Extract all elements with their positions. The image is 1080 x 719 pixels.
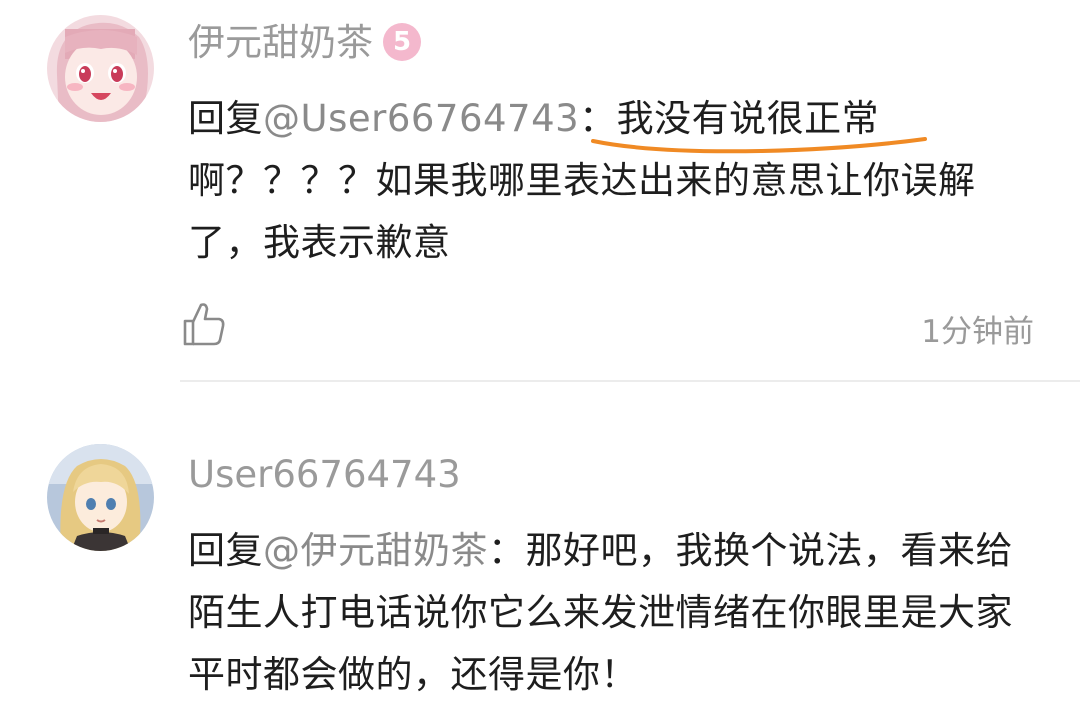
- comment-author-name[interactable]: User66764743: [188, 456, 461, 493]
- comment-2: User66764743 回复@伊元甜奶茶：那好吧，我换个说法，看来给陌生人打电…: [0, 0, 1080, 719]
- reply-prefix: 回复: [188, 529, 263, 572]
- comment-body[interactable]: 回复@伊元甜奶茶：那好吧，我换个说法，看来给陌生人打电话说你它么来发泄情绪在你眼…: [188, 520, 1038, 706]
- mention-link[interactable]: @伊元甜奶茶: [263, 529, 488, 572]
- avatar-blonde-girl-image: [47, 444, 154, 551]
- avatar-anime-blonde-girl[interactable]: [47, 444, 154, 551]
